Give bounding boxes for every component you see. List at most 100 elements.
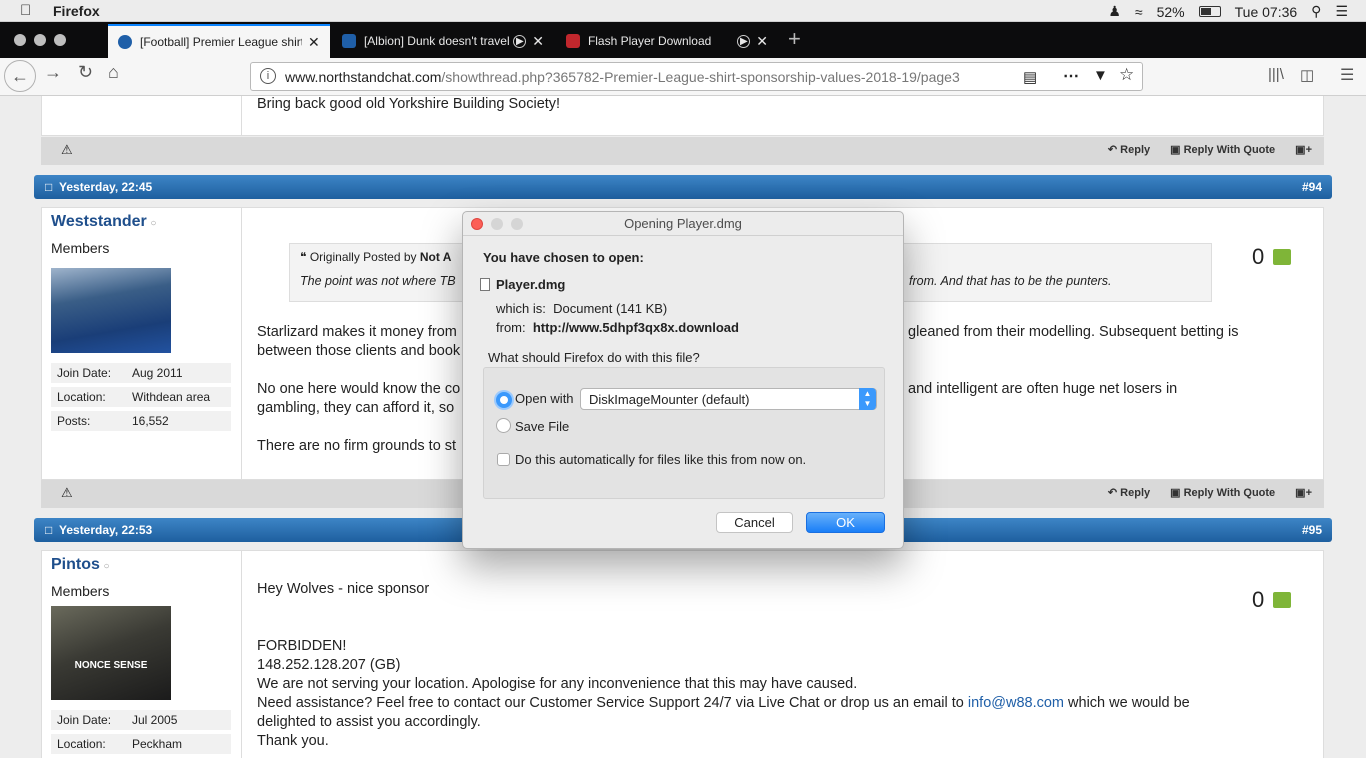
forward-arrow-icon[interactable]: → bbox=[44, 62, 62, 83]
close-tab-icon[interactable]: ✕ bbox=[308, 34, 320, 51]
previous-post-text: Bring back good old Yorkshire Building S… bbox=[257, 96, 561, 112]
battery-percent[interactable]: 52% bbox=[1157, 4, 1185, 20]
cancel-button[interactable]: Cancel bbox=[716, 512, 793, 533]
reload-icon[interactable]: ↻ bbox=[78, 62, 93, 83]
open-with-radio[interactable] bbox=[496, 392, 512, 408]
tab-flash-player[interactable]: Flash Player Download ▶ ✕ bbox=[556, 24, 778, 58]
wifi-icon[interactable]: ≈ bbox=[1135, 4, 1143, 20]
play-audio-icon[interactable]: ▶ bbox=[513, 34, 527, 48]
post-date: Yesterday, 22:53 bbox=[59, 523, 153, 537]
post-text: We are not serving your location. Apolog… bbox=[257, 676, 858, 692]
site-favicon-icon bbox=[118, 35, 132, 49]
post-icon: □ bbox=[45, 180, 53, 194]
quote-text-end: from. And that has to be the punters. bbox=[909, 274, 1112, 288]
user-avatar[interactable] bbox=[51, 268, 171, 353]
post-icon: □ bbox=[45, 523, 53, 537]
post-text: There are no firm grounds to st bbox=[257, 438, 457, 454]
post-text: Thank you. bbox=[257, 733, 329, 749]
multiquote-icon[interactable]: ▣+ bbox=[1295, 486, 1312, 499]
reply-quote-button[interactable]: ▣ Reply With Quote bbox=[1170, 486, 1275, 499]
save-file-label[interactable]: Save File bbox=[515, 419, 569, 434]
close-tab-icon[interactable]: ✕ bbox=[756, 33, 768, 50]
app-menu-name[interactable]: Firefox bbox=[53, 3, 100, 19]
dialog-close-button[interactable] bbox=[471, 218, 483, 230]
previous-post-body bbox=[41, 96, 1324, 136]
pocket-icon[interactable]: ▼ bbox=[1093, 67, 1108, 84]
auto-checkbox[interactable] bbox=[497, 453, 510, 466]
reader-view-icon[interactable]: ▤ bbox=[1023, 68, 1037, 86]
offline-status-icon: ○ bbox=[103, 561, 110, 572]
home-icon[interactable]: ⌂ bbox=[108, 62, 119, 83]
tab-title: [Football] Premier League shirt bbox=[140, 35, 302, 49]
download-dialog: Opening Player.dmg You have chosen to op… bbox=[462, 211, 904, 549]
post-text: gambling, they can afford it, so bbox=[257, 400, 455, 416]
reply-button[interactable]: ↶ Reply bbox=[1108, 486, 1150, 499]
reply-quote-button[interactable]: ▣ Reply With Quote bbox=[1170, 143, 1275, 156]
open-with-label[interactable]: Open with bbox=[515, 391, 574, 406]
post-text: Need assistance? Feel free to contact ou… bbox=[257, 695, 1190, 711]
window-minimize-button[interactable] bbox=[34, 34, 46, 46]
user-info: Join Date: Jul 2005 Location: Peckham bbox=[51, 710, 231, 758]
username-link[interactable]: Weststander bbox=[51, 213, 147, 230]
post-text: delighted to assist you accordingly. bbox=[257, 714, 481, 730]
select-chevron-icon[interactable]: ▲ ▼ bbox=[859, 388, 876, 410]
site-info-icon[interactable]: i bbox=[260, 68, 276, 84]
username-link[interactable]: Pintos bbox=[51, 556, 100, 573]
url-bar[interactable]: i www.northstandchat.com/showthread.php?… bbox=[250, 62, 1143, 91]
report-warning-icon[interactable]: ⚠ bbox=[61, 142, 73, 158]
user-role: Members bbox=[51, 583, 110, 599]
tab-title: Flash Player Download bbox=[587, 34, 712, 48]
apple-icon[interactable]:  bbox=[20, 2, 31, 19]
post-95-body bbox=[41, 550, 1324, 758]
page-actions-icon[interactable]: ⋯ bbox=[1063, 66, 1079, 86]
url-text[interactable]: www.northstandchat.com/showthread.php?36… bbox=[285, 69, 985, 85]
post-text: FORBIDDEN! bbox=[257, 638, 347, 654]
like-thumb-icon[interactable] bbox=[1273, 592, 1291, 608]
dialog-question: What should Firefox do with this file? bbox=[488, 350, 700, 365]
site-favicon-icon bbox=[342, 34, 356, 48]
document-icon bbox=[480, 278, 490, 291]
post-number-link[interactable]: #94 bbox=[1302, 180, 1322, 194]
reply-button[interactable]: ↶ Reply bbox=[1108, 143, 1150, 156]
report-warning-icon[interactable]: ⚠ bbox=[61, 485, 73, 501]
user-role: Members bbox=[51, 240, 110, 256]
post-text: Hey Wolves - nice sponsor bbox=[257, 581, 430, 597]
window-close-button[interactable] bbox=[14, 34, 26, 46]
offline-status-icon: ○ bbox=[150, 218, 157, 229]
hamburger-menu-icon[interactable]: ☰ bbox=[1340, 65, 1354, 85]
previous-post-actions: ⚠ ↶ Reply ▣ Reply With Quote ▣+ bbox=[41, 137, 1324, 165]
spotlight-search-icon[interactable]: ⚲ bbox=[1311, 3, 1321, 20]
user-icon[interactable]: ♟ bbox=[1108, 3, 1121, 20]
close-tab-icon[interactable]: ✕ bbox=[532, 33, 544, 50]
tab-title: [Albion] Dunk doesn't travel bbox=[363, 34, 510, 48]
tab-football[interactable]: [Football] Premier League shirt ✕ bbox=[108, 24, 330, 58]
save-file-radio[interactable] bbox=[496, 418, 511, 433]
clock[interactable]: Tue 07:36 bbox=[1235, 4, 1298, 20]
quote-header: ❝ Originally Posted by Not A bbox=[300, 250, 452, 264]
post-text: between those clients and book bbox=[257, 343, 461, 359]
post-text: gleaned from their modelling. Subsequent… bbox=[908, 324, 1239, 340]
bookmark-star-icon[interactable]: ☆ bbox=[1119, 65, 1134, 85]
back-arrow-icon[interactable]: ← bbox=[4, 60, 36, 92]
window-zoom-button[interactable] bbox=[54, 34, 66, 46]
multiquote-icon[interactable]: ▣+ bbox=[1295, 143, 1312, 156]
quote-text: The point was not where TB bbox=[300, 274, 456, 288]
play-audio-icon[interactable]: ▶ bbox=[737, 34, 751, 48]
dialog-title: Opening Player.dmg bbox=[463, 212, 903, 236]
email-link[interactable]: info@w88.com bbox=[968, 695, 1064, 711]
sidebar-toggle-icon[interactable]: ◫ bbox=[1300, 66, 1314, 84]
like-count: 0 bbox=[1252, 587, 1265, 612]
battery-icon[interactable] bbox=[1198, 6, 1221, 17]
tab-albion[interactable]: [Albion] Dunk doesn't travel ▶ ✕ bbox=[332, 24, 554, 58]
library-icon[interactable]: |||\ bbox=[1268, 66, 1284, 83]
notification-center-icon[interactable]: ☰ bbox=[1335, 3, 1348, 20]
like-thumb-icon[interactable] bbox=[1273, 249, 1291, 265]
user-avatar[interactable]: NONCE SENSE bbox=[51, 606, 171, 700]
ok-button[interactable]: OK bbox=[806, 512, 885, 533]
auto-checkbox-label[interactable]: Do this automatically for files like thi… bbox=[515, 452, 806, 467]
post-text: No one here would know the co bbox=[257, 381, 461, 397]
file-source: from: http://www.5dhpf3qx8x.download bbox=[496, 320, 739, 335]
application-select[interactable]: DiskImageMounter (default) ▲ ▼ bbox=[580, 388, 877, 410]
new-tab-plus-icon[interactable]: + bbox=[788, 26, 801, 52]
post-number-link[interactable]: #95 bbox=[1302, 523, 1322, 537]
